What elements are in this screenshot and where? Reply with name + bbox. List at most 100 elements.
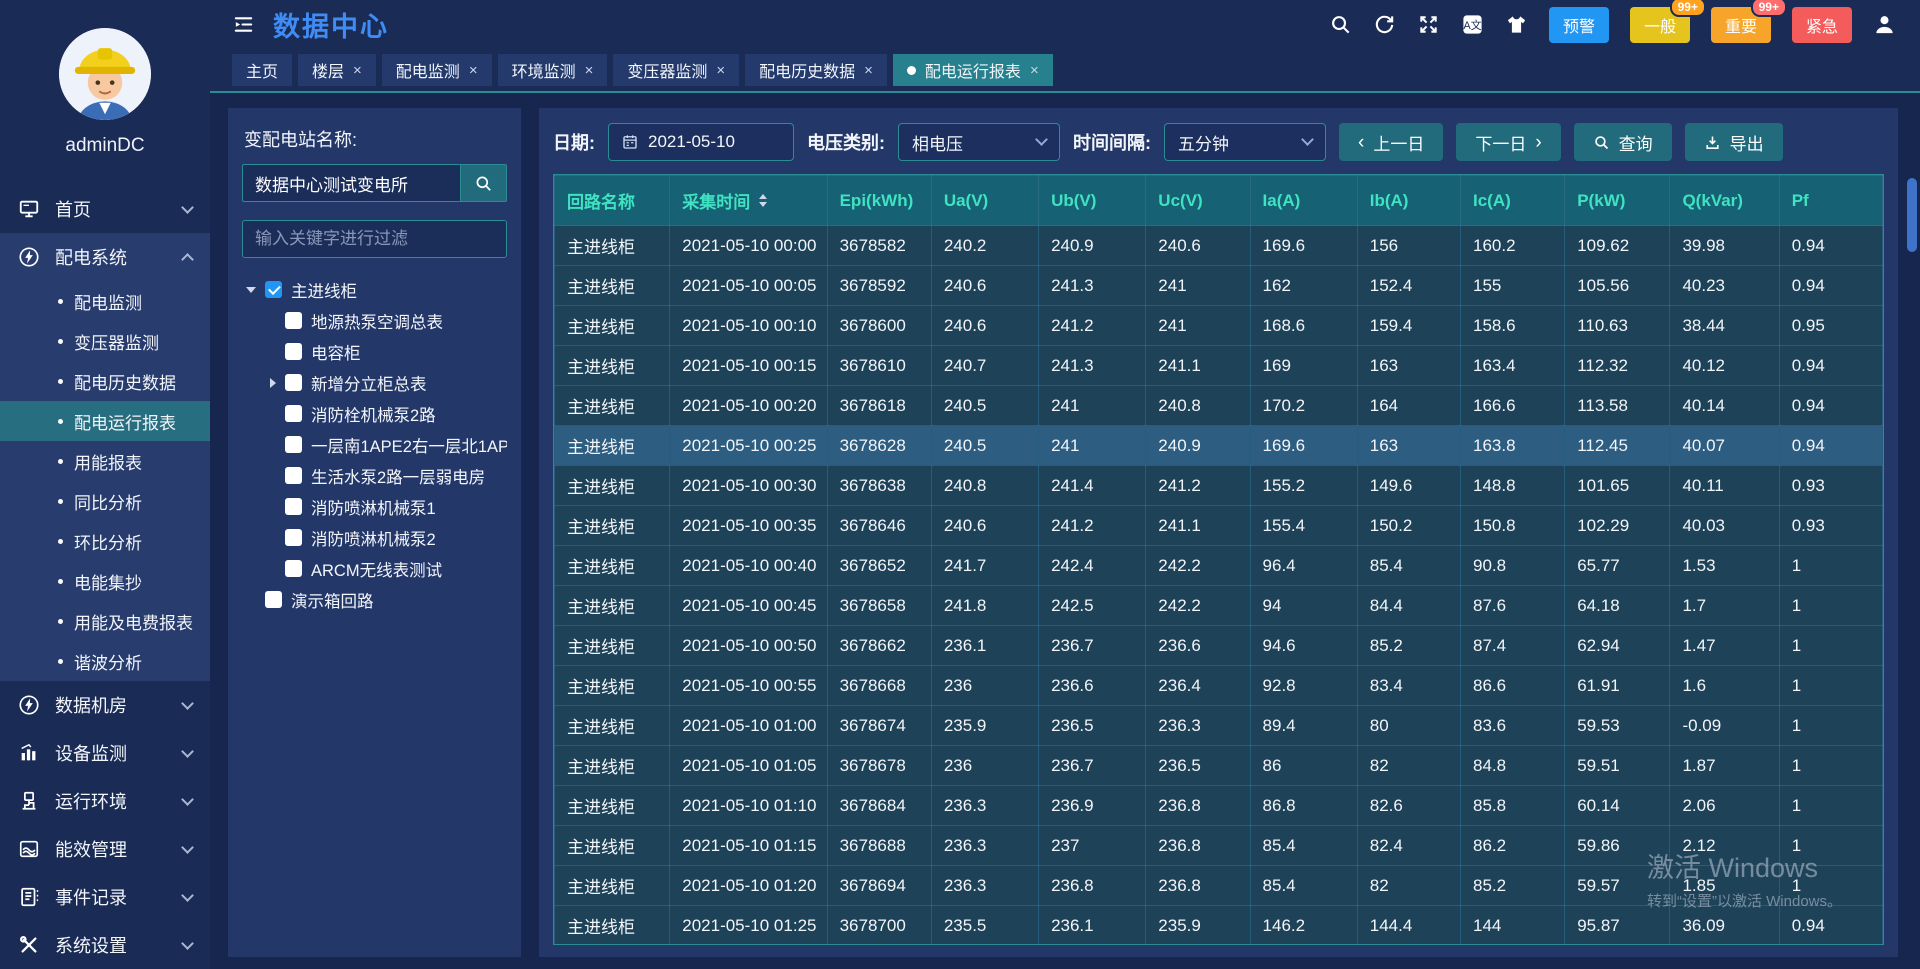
- sidebar-subitem[interactable]: 谐波分析: [0, 641, 210, 681]
- user-icon[interactable]: [1873, 13, 1896, 36]
- sidebar-subitem[interactable]: 环比分析: [0, 521, 210, 561]
- tree-node[interactable]: 消防喷淋机械泵1: [242, 491, 507, 522]
- column-header[interactable]: Ub(V): [1039, 176, 1146, 226]
- close-icon[interactable]: [469, 63, 478, 78]
- date-input[interactable]: 2021-05-10: [608, 123, 794, 161]
- tree-node[interactable]: 生活水泵2路一层弱电房: [242, 460, 507, 491]
- alert-button[interactable]: 预警: [1549, 7, 1609, 43]
- close-icon[interactable]: [585, 63, 594, 78]
- tree-expand-down-icon[interactable]: [242, 287, 256, 293]
- checkbox[interactable]: [285, 436, 302, 453]
- tab-item[interactable]: 配电运行报表: [893, 54, 1053, 86]
- checkbox[interactable]: [285, 560, 302, 577]
- theme-icon[interactable]: [1505, 13, 1528, 36]
- close-icon[interactable]: [864, 63, 873, 78]
- checkbox[interactable]: [285, 498, 302, 515]
- checkbox[interactable]: [285, 467, 302, 484]
- column-header[interactable]: 回路名称: [555, 176, 670, 226]
- sidebar-item[interactable]: 运行环境: [0, 777, 210, 825]
- sidebar-subitem[interactable]: 配电运行报表: [0, 401, 210, 441]
- table-row[interactable]: 主进线柜2021-05-10 00:503678662236.1236.7236…: [555, 626, 1883, 666]
- column-header[interactable]: P(kW): [1565, 176, 1670, 226]
- tree-node[interactable]: 新增分立柜总表: [242, 367, 507, 398]
- sidebar-item[interactable]: 系统设置: [0, 921, 210, 969]
- column-header[interactable]: Ic(A): [1460, 176, 1564, 226]
- tab-item[interactable]: 配电监测: [382, 54, 492, 86]
- table-row[interactable]: 主进线柜2021-05-10 00:353678646240.6241.2241…: [555, 506, 1883, 546]
- station-search-button[interactable]: [461, 164, 507, 202]
- export-button[interactable]: 导出: [1685, 123, 1783, 161]
- tree-node[interactable]: 消防栓机械泵2路: [242, 398, 507, 429]
- checkbox[interactable]: [265, 591, 282, 608]
- column-header[interactable]: Epi(kWh): [827, 176, 931, 226]
- table-row[interactable]: 主进线柜2021-05-10 00:003678582240.2240.9240…: [555, 226, 1883, 266]
- checkbox[interactable]: [285, 529, 302, 546]
- table-row[interactable]: 主进线柜2021-05-10 00:253678628240.5241240.9…: [555, 426, 1883, 466]
- vertical-scrollbar-thumb[interactable]: [1907, 178, 1917, 252]
- sidebar-item[interactable]: 能效管理: [0, 825, 210, 873]
- table-row[interactable]: 主进线柜2021-05-10 01:053678678236236.7236.5…: [555, 746, 1883, 786]
- search-icon[interactable]: [1329, 13, 1352, 36]
- station-input[interactable]: [242, 164, 461, 202]
- tab-item[interactable]: 楼层: [298, 54, 376, 86]
- tree-node[interactable]: 电容柜: [242, 336, 507, 367]
- sidebar-subitem[interactable]: 同比分析: [0, 481, 210, 521]
- next-day-button[interactable]: 下一日 ›: [1456, 123, 1560, 161]
- tab-item[interactable]: 主页: [232, 54, 292, 86]
- tree-node[interactable]: 消防喷淋机械泵2: [242, 522, 507, 553]
- column-header[interactable]: 采集时间: [670, 176, 827, 226]
- query-button[interactable]: 查询: [1574, 123, 1672, 161]
- checkbox[interactable]: [265, 281, 282, 298]
- checkbox[interactable]: [285, 343, 302, 360]
- sidebar-subitem[interactable]: 用能报表: [0, 441, 210, 481]
- voltage-select[interactable]: 相电压: [898, 123, 1060, 161]
- tab-item[interactable]: 环境监测: [498, 54, 608, 86]
- avatar[interactable]: [59, 28, 151, 120]
- sidebar-item[interactable]: 数据机房: [0, 681, 210, 729]
- tree-node[interactable]: 演示箱回路: [242, 584, 507, 615]
- column-header[interactable]: Uc(V): [1146, 176, 1250, 226]
- interval-select[interactable]: 五分钟: [1164, 123, 1326, 161]
- close-icon[interactable]: [1030, 63, 1039, 78]
- table-row[interactable]: 主进线柜2021-05-10 00:403678652241.7242.4242…: [555, 546, 1883, 586]
- table-row[interactable]: 主进线柜2021-05-10 00:203678618240.5241240.8…: [555, 386, 1883, 426]
- sidebar-subitem[interactable]: 电能集抄: [0, 561, 210, 601]
- checkbox[interactable]: [285, 312, 302, 329]
- prev-day-button[interactable]: ‹ 上一日: [1339, 123, 1443, 161]
- table-row[interactable]: 主进线柜2021-05-10 00:103678600240.6241.2241…: [555, 306, 1883, 346]
- sort-icon[interactable]: [759, 194, 767, 207]
- sidebar-item[interactable]: 设备监测: [0, 729, 210, 777]
- table-row[interactable]: 主进线柜2021-05-10 00:453678658241.8242.5242…: [555, 586, 1883, 626]
- tree-expand-right-icon[interactable]: [242, 378, 276, 388]
- tab-item[interactable]: 变压器监测: [613, 54, 739, 86]
- sidebar-item[interactable]: 首页: [0, 185, 210, 233]
- table-row[interactable]: 主进线柜2021-05-10 00:153678610240.7241.3241…: [555, 346, 1883, 386]
- tree-node[interactable]: 地源热泵空调总表: [242, 305, 507, 336]
- table-row[interactable]: 主进线柜2021-05-10 00:303678638240.8241.4241…: [555, 466, 1883, 506]
- column-header[interactable]: Pf: [1779, 176, 1882, 226]
- tab-item[interactable]: 配电历史数据: [745, 54, 887, 86]
- column-header[interactable]: Ua(V): [931, 176, 1038, 226]
- sidebar-subitem[interactable]: 变压器监测: [0, 321, 210, 361]
- tree-node[interactable]: ARCM无线表测试: [242, 553, 507, 584]
- sidebar-subitem[interactable]: 用能及电费报表: [0, 601, 210, 641]
- alert-button[interactable]: 紧急: [1792, 7, 1852, 43]
- table-row[interactable]: 主进线柜2021-05-10 01:253678700235.5236.1235…: [555, 906, 1883, 946]
- table-row[interactable]: 主进线柜2021-05-10 01:003678674235.9236.5236…: [555, 706, 1883, 746]
- close-icon[interactable]: [716, 63, 725, 78]
- checkbox[interactable]: [285, 405, 302, 422]
- fullscreen-icon[interactable]: [1417, 13, 1440, 36]
- table-row[interactable]: 主进线柜2021-05-10 01:203678694236.3236.8236…: [555, 866, 1883, 906]
- close-icon[interactable]: [353, 63, 362, 78]
- table-row[interactable]: 主进线柜2021-05-10 00:553678668236236.6236.4…: [555, 666, 1883, 706]
- table-row[interactable]: 主进线柜2021-05-10 01:103678684236.3236.9236…: [555, 786, 1883, 826]
- translate-icon[interactable]: A文: [1461, 13, 1484, 36]
- sidebar-subitem[interactable]: 配电历史数据: [0, 361, 210, 401]
- column-header[interactable]: Q(kVar): [1670, 176, 1779, 226]
- tree-filter-input[interactable]: [242, 220, 507, 258]
- sidebar-item[interactable]: 配电系统: [0, 233, 210, 281]
- column-header[interactable]: Ia(A): [1250, 176, 1357, 226]
- table-row[interactable]: 主进线柜2021-05-10 00:053678592240.6241.3241…: [555, 266, 1883, 306]
- tree-node[interactable]: 主进线柜: [242, 274, 507, 305]
- sidebar-subitem[interactable]: 配电监测: [0, 281, 210, 321]
